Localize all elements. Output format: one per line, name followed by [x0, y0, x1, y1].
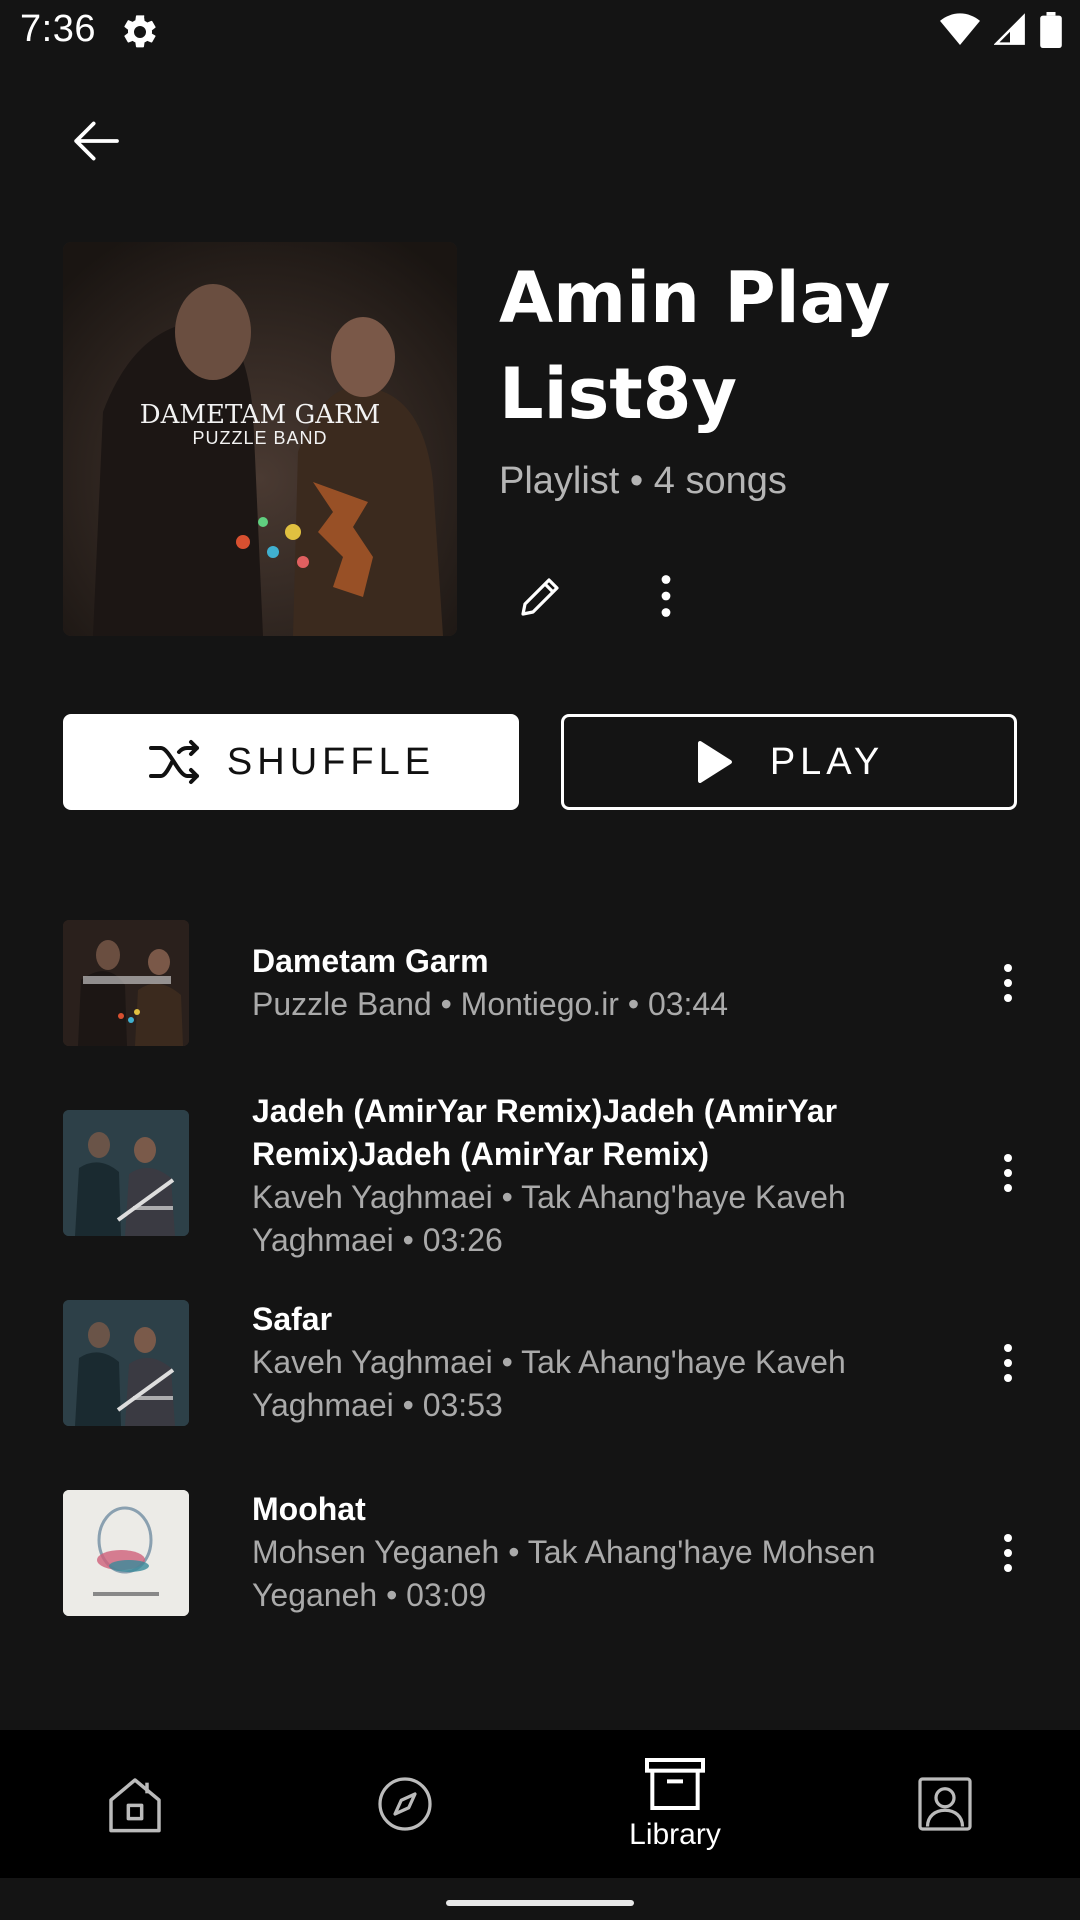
gear-icon [120, 12, 160, 52]
battery-icon [1040, 12, 1062, 53]
song-text: Jadeh (AmirYar Remix)Jadeh (AmirYar Remi… [252, 1090, 912, 1262]
explore-icon [378, 1777, 432, 1831]
playlist-title: Amin Play List8y [499, 257, 891, 435]
nav-account[interactable] [810, 1730, 1080, 1878]
play-label: PLAY [769, 740, 885, 783]
song-subtitle: Kaveh Yaghmaei • Tak Ahang'haye Kaveh Ya… [252, 1179, 846, 1258]
signal-icon [993, 13, 1026, 52]
cover-text-line1: DAMETAM GARM [139, 400, 381, 430]
playlist-subtitle: Playlist • 4 songs [499, 460, 787, 502]
status-time: 7:36 [20, 8, 96, 50]
song-title: Jadeh (AmirYar Remix)Jadeh (AmirYar Remi… [252, 1093, 838, 1172]
pencil-icon [521, 578, 559, 616]
song-title: Moohat [252, 1491, 366, 1527]
nav-library-label: Library [629, 1818, 721, 1851]
song-thumbnail [63, 920, 189, 1046]
song-more-button[interactable] [984, 1327, 1032, 1399]
play-button[interactable]: PLAY [561, 714, 1017, 810]
song-subtitle: Mohsen Yeganeh • Tak Ahang'haye Mohsen Y… [252, 1534, 876, 1613]
wifi-icon [940, 13, 980, 52]
song-text: Safar Kaveh Yaghmaei • Tak Ahang'haye Ka… [252, 1298, 912, 1427]
song-row[interactable]: Moohat Mohsen Yeganeh • Tak Ahang'haye M… [0, 1490, 1080, 1616]
cover-text-line2: PUZZLE BAND [192, 428, 328, 448]
song-thumbnail [63, 1110, 189, 1236]
more-vert-icon [1004, 964, 1012, 1002]
arrow-left-icon [74, 121, 119, 161]
status-bar: 7:36 [0, 0, 1080, 64]
song-subtitle: Kaveh Yaghmaei • Tak Ahang'haye Kaveh Ya… [252, 1344, 846, 1423]
more-vert-icon [1004, 1344, 1012, 1382]
edit-button[interactable] [505, 560, 577, 632]
song-title: Safar [252, 1301, 333, 1337]
song-more-button[interactable] [984, 1517, 1032, 1589]
home-icon [109, 1778, 161, 1833]
library-icon [645, 1758, 705, 1810]
song-more-button[interactable] [984, 1137, 1032, 1209]
song-row[interactable]: Jadeh (AmirYar Remix)Jadeh (AmirYar Remi… [0, 1090, 1080, 1262]
gesture-area [0, 1878, 1080, 1920]
more-vert-icon [1004, 1154, 1012, 1192]
shuffle-icon [148, 740, 199, 784]
more-vert-icon [661, 575, 671, 617]
more-vert-icon [1004, 1534, 1012, 1572]
playlist-cover: DAMETAM GARM PUZZLE BAND [63, 242, 457, 636]
song-thumbnail [63, 1490, 189, 1616]
song-row[interactable]: Safar Kaveh Yaghmaei • Tak Ahang'haye Ka… [0, 1300, 1080, 1426]
song-thumbnail [63, 1300, 189, 1426]
play-icon [697, 741, 732, 783]
song-row[interactable]: Dametam Garm Puzzle Band • Montiego.ir •… [0, 920, 1080, 1046]
home-gesture-bar[interactable] [446, 1900, 634, 1906]
nav-home[interactable] [0, 1730, 270, 1878]
more-options-button[interactable] [630, 560, 702, 632]
nav-library[interactable]: Library [540, 1730, 810, 1878]
song-title: Dametam Garm [252, 943, 489, 979]
song-text: Dametam Garm Puzzle Band • Montiego.ir •… [252, 940, 912, 1026]
bottom-navigation: Library [0, 1730, 1080, 1878]
shuffle-button[interactable]: SHUFFLE [63, 714, 519, 810]
song-more-button[interactable] [984, 947, 1032, 1019]
shuffle-label: SHUFFLE [226, 740, 436, 783]
nav-explore[interactable] [270, 1730, 540, 1878]
account-icon [918, 1777, 972, 1831]
song-text: Moohat Mohsen Yeganeh • Tak Ahang'haye M… [252, 1488, 912, 1617]
song-subtitle: Puzzle Band • Montiego.ir • 03:44 [252, 986, 729, 1022]
back-button[interactable] [60, 105, 132, 177]
